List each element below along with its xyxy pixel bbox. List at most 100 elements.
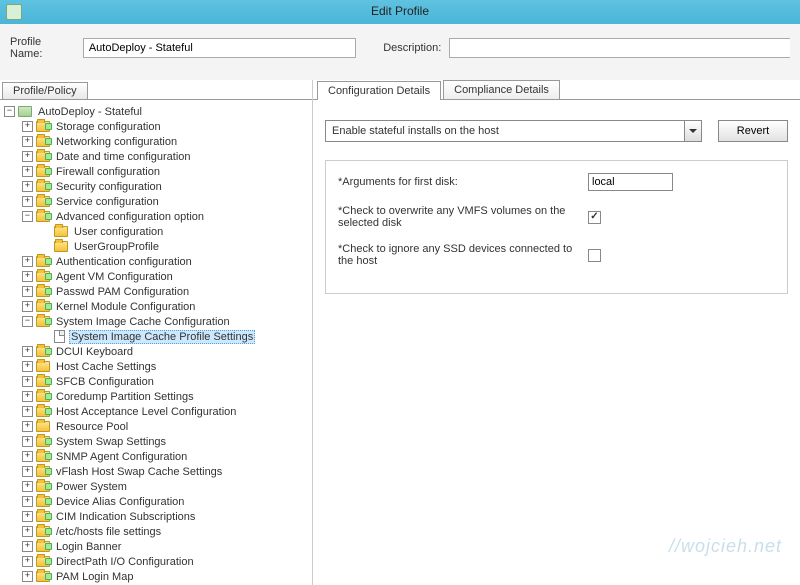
expander-icon[interactable]: +	[22, 271, 33, 282]
tree-item[interactable]: + vFlash Host Swap Cache Settings	[4, 464, 308, 479]
tree-item[interactable]: + Coredump Partition Settings	[4, 389, 308, 404]
chevron-down-icon[interactable]	[684, 121, 701, 141]
folder-icon	[36, 196, 50, 207]
expander-icon[interactable]: +	[22, 481, 33, 492]
folder-icon	[36, 166, 50, 177]
profile-name-label: Profile Name:	[10, 36, 75, 60]
tree-item[interactable]: + Date and time configuration	[4, 149, 308, 164]
expander-icon[interactable]: −	[22, 211, 33, 222]
tree-item[interactable]: − System Image Cache Configuration	[4, 314, 308, 329]
expander-icon[interactable]: +	[22, 151, 33, 162]
tree-item[interactable]: + System Swap Settings	[4, 434, 308, 449]
expander-icon[interactable]: +	[22, 256, 33, 267]
expander-icon[interactable]: +	[22, 121, 33, 132]
left-tab-header: Profile/Policy	[0, 80, 312, 100]
tree-item[interactable]: + Power System	[4, 479, 308, 494]
right-pane: Configuration Details Compliance Details…	[313, 80, 800, 585]
tree-item-label: Resource Pool	[54, 421, 130, 433]
tree-item[interactable]: + Login Banner	[4, 539, 308, 554]
tree-root[interactable]: − AutoDeploy - Stateful	[4, 104, 308, 119]
tree-item[interactable]: + DirectPath I/O Configuration	[4, 554, 308, 569]
expander-icon[interactable]: +	[22, 166, 33, 177]
tree-item-label: System Image Cache Configuration	[54, 316, 232, 328]
tree-item[interactable]: − Advanced configuration option	[4, 209, 308, 224]
settings-group: *Arguments for first disk: *Check to ove…	[325, 160, 788, 294]
expander-icon[interactable]: +	[22, 421, 33, 432]
expander-icon[interactable]: +	[22, 571, 33, 582]
tree-item[interactable]: + SFCB Configuration	[4, 374, 308, 389]
tree-item[interactable]: + Host Acceptance Level Configuration	[4, 404, 308, 419]
tree-item[interactable]: + SNMP Agent Configuration	[4, 449, 308, 464]
configuration-details-panel: Enable stateful installs on the host Rev…	[313, 100, 800, 314]
tree-item-label: Login Banner	[54, 541, 123, 553]
expander-icon[interactable]: +	[22, 541, 33, 552]
expander-icon[interactable]: +	[22, 466, 33, 477]
expander-icon[interactable]: +	[22, 496, 33, 507]
tree-item[interactable]: + CIM Indication Subscriptions	[4, 509, 308, 524]
tree-item-label: Device Alias Configuration	[54, 496, 186, 508]
folder-icon	[36, 511, 50, 522]
tree-item[interactable]: System Image Cache Profile Settings	[4, 329, 308, 344]
expander-icon[interactable]: +	[22, 286, 33, 297]
tree-item[interactable]: + Resource Pool	[4, 419, 308, 434]
tab-compliance-details[interactable]: Compliance Details	[443, 80, 560, 99]
tree-root-label: AutoDeploy - Stateful	[36, 106, 144, 118]
expander-icon[interactable]: +	[22, 391, 33, 402]
expander-icon[interactable]: +	[22, 361, 33, 372]
expander-icon[interactable]: +	[22, 376, 33, 387]
tree-item[interactable]: + DCUI Keyboard	[4, 344, 308, 359]
tree-item[interactable]: + Service configuration	[4, 194, 308, 209]
tree-item[interactable]: + Networking configuration	[4, 134, 308, 149]
first-disk-arg-label: *Arguments for first disk:	[338, 176, 588, 188]
policy-tree[interactable]: − AutoDeploy - Stateful + Storage config…	[0, 100, 312, 585]
tree-item[interactable]: + Agent VM Configuration	[4, 269, 308, 284]
folder-icon	[36, 526, 50, 537]
tree-item[interactable]: + Storage configuration	[4, 119, 308, 134]
tree-item-label: Kernel Module Configuration	[54, 301, 197, 313]
tree-item[interactable]: UserGroupProfile	[4, 239, 308, 254]
tree-item-label: SFCB Configuration	[54, 376, 156, 388]
left-tab[interactable]: Profile/Policy	[2, 82, 88, 99]
tab-configuration-details[interactable]: Configuration Details	[317, 81, 441, 100]
folder-icon	[36, 301, 50, 312]
tree-item[interactable]: + Kernel Module Configuration	[4, 299, 308, 314]
tree-item[interactable]: + Authentication configuration	[4, 254, 308, 269]
folder-icon	[36, 466, 50, 477]
page-icon	[54, 330, 65, 343]
tree-item[interactable]: User configuration	[4, 224, 308, 239]
expander-icon[interactable]: +	[22, 526, 33, 537]
first-disk-arg-input[interactable]	[588, 173, 673, 191]
tree-item[interactable]: + Security configuration	[4, 179, 308, 194]
overwrite-vmfs-checkbox[interactable]	[588, 211, 601, 224]
folder-icon	[36, 436, 50, 447]
expander-icon[interactable]: +	[22, 436, 33, 447]
expander-icon[interactable]: −	[22, 316, 33, 327]
expander-icon[interactable]: +	[22, 451, 33, 462]
tree-item-label: Networking configuration	[54, 136, 179, 148]
tree-item-label: Host Acceptance Level Configuration	[54, 406, 238, 418]
tree-item[interactable]: + Host Cache Settings	[4, 359, 308, 374]
profile-name-input[interactable]	[83, 38, 356, 58]
expander-icon[interactable]: +	[22, 301, 33, 312]
policy-option-dropdown[interactable]: Enable stateful installs on the host	[325, 120, 702, 142]
expander-icon[interactable]: +	[22, 511, 33, 522]
description-input[interactable]	[449, 38, 790, 58]
revert-button[interactable]: Revert	[718, 120, 788, 142]
expander-icon[interactable]: −	[4, 106, 15, 117]
folder-icon	[36, 256, 50, 267]
expander-icon[interactable]: +	[22, 181, 33, 192]
ignore-ssd-checkbox[interactable]	[588, 249, 601, 262]
expander-icon[interactable]: +	[22, 196, 33, 207]
folder-icon	[36, 316, 50, 327]
tree-item[interactable]: + Firewall configuration	[4, 164, 308, 179]
tree-item[interactable]: + PAM Login Map	[4, 569, 308, 584]
tree-item[interactable]: + Device Alias Configuration	[4, 494, 308, 509]
tree-item[interactable]: + Passwd PAM Configuration	[4, 284, 308, 299]
folder-icon	[36, 481, 50, 492]
expander-icon[interactable]: +	[22, 556, 33, 567]
tree-item-label: Host Cache Settings	[54, 361, 158, 373]
expander-icon[interactable]: +	[22, 406, 33, 417]
expander-icon[interactable]: +	[22, 136, 33, 147]
expander-icon[interactable]: +	[22, 346, 33, 357]
tree-item[interactable]: + /etc/hosts file settings	[4, 524, 308, 539]
